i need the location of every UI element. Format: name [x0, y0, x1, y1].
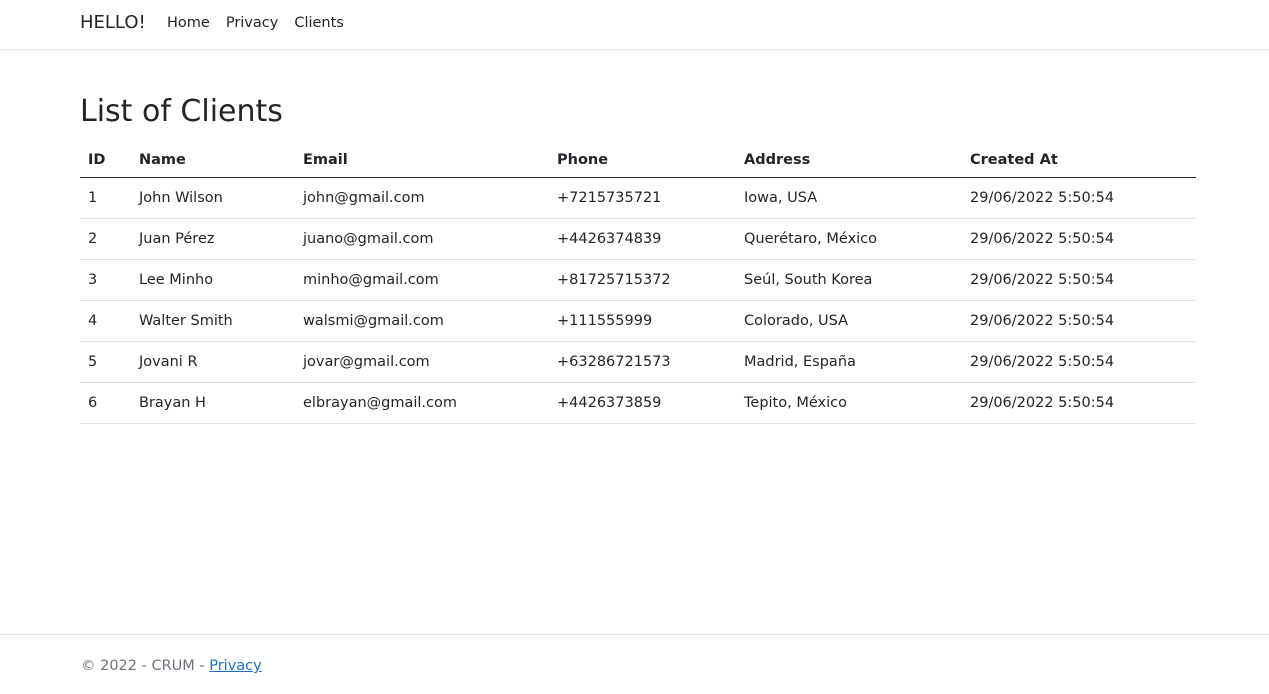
nav-link-clients[interactable]: Clients [286, 13, 352, 33]
cell-id: 6 [80, 382, 131, 424]
page-title: List of Clients [80, 94, 283, 129]
cell-phone: +7215735721 [549, 177, 736, 219]
cell-created-at: 29/06/2022 5:50:54 [962, 382, 1196, 424]
cell-address: Iowa, USA [736, 177, 962, 219]
cell-name: Jovani R [131, 341, 295, 383]
nav-link-home[interactable]: Home [159, 13, 218, 33]
main-content: List of Clients ID Name Email Phone Addr… [80, 90, 1196, 424]
nav-links: Home Privacy Clients [159, 13, 352, 33]
cell-phone: +4426374839 [549, 218, 736, 260]
table-row: 3 Lee Minho minho@gmail.com +81725715372… [80, 259, 1196, 301]
page-footer: © 2022 - CRUM - Privacy [0, 634, 1269, 694]
column-header-name: Name [131, 143, 295, 178]
column-header-phone: Phone [549, 143, 736, 178]
cell-email: walsmi@gmail.com [295, 300, 549, 342]
cell-email: juano@gmail.com [295, 218, 549, 260]
cell-created-at: 29/06/2022 5:50:54 [962, 177, 1196, 219]
cell-created-at: 29/06/2022 5:50:54 [962, 259, 1196, 301]
table-row: 2 Juan Pérez juano@gmail.com +4426374839… [80, 218, 1196, 260]
table-row: 1 John Wilson john@gmail.com +7215735721… [80, 177, 1196, 219]
cell-phone: +81725715372 [549, 259, 736, 301]
top-navbar: HELLO! Home Privacy Clients [0, 0, 1269, 50]
cell-phone: +4426373859 [549, 382, 736, 424]
table-header-row: ID Name Email Phone Address Created At [80, 143, 1196, 178]
column-header-address: Address [736, 143, 962, 178]
table-row: 6 Brayan H elbrayan@gmail.com +442637385… [80, 382, 1196, 424]
cell-created-at: 29/06/2022 5:50:54 [962, 341, 1196, 383]
cell-name: Juan Pérez [131, 218, 295, 260]
cell-name: Lee Minho [131, 259, 295, 301]
table-row: 5 Jovani R jovar@gmail.com +63286721573 … [80, 341, 1196, 383]
table-row: 4 Walter Smith walsmi@gmail.com +1115559… [80, 300, 1196, 342]
cell-name: Brayan H [131, 382, 295, 424]
cell-address: Tepito, México [736, 382, 962, 424]
clients-table: ID Name Email Phone Address Created At 1… [80, 143, 1196, 424]
column-header-created-at: Created At [962, 143, 1196, 178]
footer-privacy-link[interactable]: Privacy [209, 658, 262, 674]
cell-email: jovar@gmail.com [295, 341, 549, 383]
cell-email: elbrayan@gmail.com [295, 382, 549, 424]
cell-address: Querétaro, México [736, 218, 962, 260]
cell-address: Seúl, South Korea [736, 259, 962, 301]
cell-id: 5 [80, 341, 131, 383]
cell-phone: +111555999 [549, 300, 736, 342]
cell-email: minho@gmail.com [295, 259, 549, 301]
cell-id: 1 [80, 177, 131, 219]
cell-id: 2 [80, 218, 131, 260]
cell-email: john@gmail.com [295, 177, 549, 219]
cell-id: 3 [80, 259, 131, 301]
cell-created-at: 29/06/2022 5:50:54 [962, 218, 1196, 260]
footer-copyright: © 2022 - CRUM - [81, 658, 210, 674]
cell-name: Walter Smith [131, 300, 295, 342]
cell-id: 4 [80, 300, 131, 342]
cell-address: Colorado, USA [736, 300, 962, 342]
cell-created-at: 29/06/2022 5:50:54 [962, 300, 1196, 342]
column-header-email: Email [295, 143, 549, 178]
footer-text: © 2022 - CRUM - Privacy [81, 656, 262, 676]
column-header-id: ID [80, 143, 131, 178]
cell-phone: +63286721573 [549, 341, 736, 383]
nav-link-privacy[interactable]: Privacy [218, 13, 287, 33]
cell-name: John Wilson [131, 177, 295, 219]
cell-address: Madrid, España [736, 341, 962, 383]
brand-link[interactable]: HELLO! [80, 12, 146, 34]
